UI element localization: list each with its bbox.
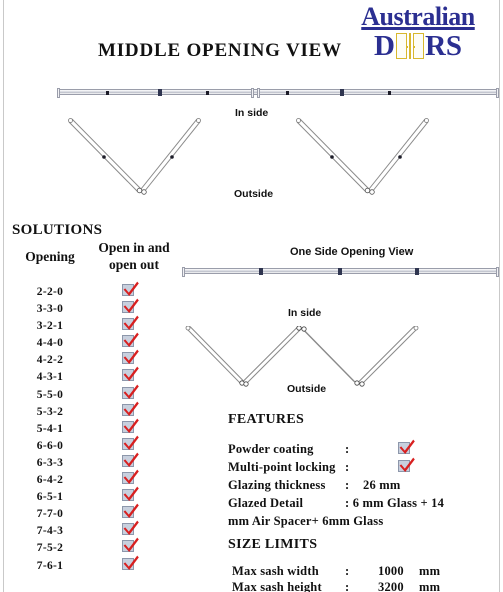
max-sash-width-colon: : [345, 564, 350, 578]
column-header-line2: open out [109, 256, 159, 272]
check-icon [123, 315, 139, 331]
check-icon [123, 452, 139, 467]
max-sash-height-value: 3200 [378, 580, 404, 592]
powder-coating-colon: : [345, 442, 350, 456]
glazed-detail-value-line1: : 6 mm Glass + 14 [345, 496, 445, 510]
opening-code-6-6-0: 6-6-0 [36, 439, 64, 452]
check-icon [123, 418, 139, 433]
logo-letter-s: S [445, 29, 463, 62]
middle-opening-left-panel-diagram [68, 118, 201, 195]
opening-code-4-4-0: 4-4-0 [36, 337, 64, 350]
check-icon [399, 439, 415, 454]
opening-codes-list: 2-2-0 3-3-0 3-2-1 4-4-0 4-2-2 4-3-1 5-5-0 5-3-2… [14, 284, 86, 575]
one-side-opening-rail [182, 267, 499, 277]
opening-code-7-7-0: 7-7-0 [36, 508, 64, 521]
opening-code-3-2-1: 3-2-1 [36, 320, 64, 333]
glazing-thickness-label: Glazing thickness [228, 478, 326, 492]
page-border-right [499, 0, 500, 592]
check-icon [399, 457, 415, 472]
check-icon [123, 349, 139, 365]
max-sash-height-colon: : [345, 580, 350, 592]
max-sash-width-value: 1000 [378, 564, 404, 578]
check-icon [123, 486, 139, 502]
glazed-detail-value-line2: mm Air Spacer+ 6mm Glass [228, 514, 384, 528]
door-specification-sheet: Australian D Я S MIDDLE OPENING VIEW In … [0, 0, 503, 592]
logo-letter-d: D [373, 29, 395, 62]
opening-code-7-6-1: 7-6-1 [36, 559, 64, 572]
glazing-thickness-colon: : [345, 478, 350, 492]
column-header-opening: Opening [25, 249, 75, 264]
check-icon [123, 555, 139, 570]
middle-opening-rail [57, 88, 499, 98]
multi-point-locking-colon: : [345, 460, 350, 474]
opening-code-7-5-2: 7-5-2 [36, 542, 64, 555]
check-icon [123, 298, 139, 314]
opening-code-4-2-2: 4-2-2 [36, 354, 64, 367]
check-icon [123, 435, 139, 450]
max-sash-height-unit: mm [419, 580, 441, 592]
logo-word-doors: D Я S [338, 29, 498, 62]
one-side-opening-panel-diagram [185, 326, 419, 387]
logo-word-australian: Australian [361, 2, 475, 31]
open-in-and-out-checkbox-7-6-1[interactable] [122, 555, 146, 573]
opening-code-7-4-3: 7-4-3 [36, 525, 64, 538]
opening-code-5-4-1: 5-4-1 [36, 422, 64, 435]
check-icon [123, 281, 139, 296]
in-side-label-top: In side [235, 107, 269, 119]
opening-code-6-4-2: 6-4-2 [36, 474, 64, 487]
column-header-open-in-and-out: Open in and open out [88, 240, 180, 274]
max-sash-width-label: Max sash width [232, 564, 319, 578]
check-icon [123, 538, 139, 553]
opening-code-5-3-2: 5-3-2 [36, 405, 64, 418]
powder-coating-label: Powder coating [228, 442, 314, 456]
middle-opening-view-title: MIDDLE OPENING VIEW [98, 40, 342, 61]
multi-point-locking-label: Multi-point locking [228, 460, 336, 474]
multi-point-locking-checkbox[interactable] [398, 457, 415, 478]
check-icon [123, 401, 139, 416]
check-icon [123, 503, 139, 519]
opening-code-4-3-1: 4-3-1 [36, 371, 64, 384]
in-side-label-bottom: In side [288, 307, 322, 319]
outside-label-top: Outside [234, 188, 274, 200]
one-side-opening-view-title: One Side Opening View [290, 246, 414, 258]
glazed-detail-label: Glazed Detail [228, 496, 304, 510]
middle-opening-right-panel-diagram [296, 118, 429, 195]
opening-code-2-2-0: 2-2-0 [36, 286, 64, 298]
features-heading: FEATURES [228, 412, 305, 427]
check-icon [123, 367, 139, 382]
open-in-and-out-checks-list [122, 281, 146, 573]
check-icon [123, 469, 139, 485]
check-icon [123, 384, 139, 399]
opening-code-6-3-3: 6-3-3 [36, 456, 64, 469]
opening-code-6-5-1: 6-5-1 [36, 491, 64, 504]
check-icon [123, 332, 139, 348]
logo-letter-r-mirrored: Я [424, 29, 446, 62]
max-sash-height-label: Max sash height [232, 580, 322, 592]
australian-doors-logo: Australian D Я S [338, 2, 498, 62]
column-header-line1: Open in and [98, 240, 170, 255]
glazing-thickness-value: 26 mm [363, 478, 401, 492]
page-border-left [3, 0, 4, 592]
check-icon [123, 520, 139, 536]
door-icon [395, 33, 424, 59]
max-sash-width-unit: mm [419, 564, 441, 578]
size-limits-heading: SIZE LIMITS [228, 537, 318, 552]
opening-code-5-5-0: 5-5-0 [36, 388, 64, 401]
solutions-heading: SOLUTIONS [12, 222, 103, 238]
opening-code-3-3-0: 3-3-0 [36, 303, 64, 316]
